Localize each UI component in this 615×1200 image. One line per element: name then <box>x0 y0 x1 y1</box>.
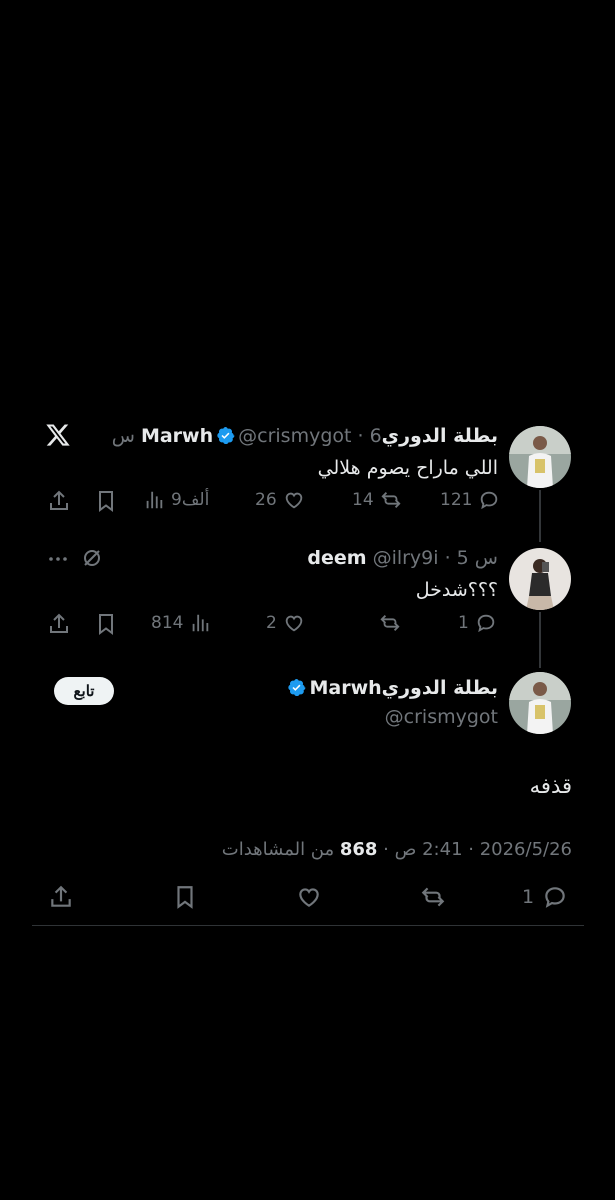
tweet-header: بطلة الدوريMarwh@crismygot · 6 س <box>112 425 498 447</box>
tweet-text: ؟؟؟شدخل <box>415 579 498 601</box>
reply-icon <box>545 887 565 908</box>
heart-icon <box>285 492 302 509</box>
retweet-icon <box>381 492 401 508</box>
handle-time: @ilry9i · 5 س <box>372 547 498 569</box>
retweet-button[interactable] <box>420 884 446 910</box>
thread-line <box>539 490 541 542</box>
tweet-meta: 2026/5/26 · 2:41 ص · 868 من المشاهدات <box>222 839 572 860</box>
tweet-text: اللي ماراح يصوم هلالي <box>317 457 498 479</box>
views-count[interactable]: 9ألف <box>143 489 209 511</box>
retweet-icon <box>380 615 400 631</box>
reply-button[interactable]: 1 <box>522 884 568 910</box>
heart-icon <box>299 888 319 907</box>
display-name[interactable]: deem <box>307 547 366 569</box>
retweet-icon <box>421 887 445 907</box>
views-count[interactable]: 814 <box>151 612 211 634</box>
grok-icon[interactable] <box>80 546 104 570</box>
x-logo-icon[interactable] <box>45 422 71 448</box>
bookmark-icon <box>177 886 193 909</box>
handle[interactable]: @crismygot <box>385 706 498 728</box>
like-button[interactable]: 2 <box>266 612 305 634</box>
more-options-icon[interactable] <box>46 547 72 571</box>
verified-badge-icon <box>217 426 235 445</box>
bookmark-icon[interactable] <box>94 489 118 513</box>
avatar[interactable] <box>509 548 571 610</box>
views-value: 9ألف <box>171 490 210 510</box>
retweet-button[interactable]: 14 <box>352 489 402 511</box>
reply-icon <box>481 491 498 510</box>
bookmark-icon[interactable] <box>94 612 118 636</box>
retweet-button[interactable] <box>379 612 401 634</box>
reply-icon <box>477 614 495 633</box>
like-button[interactable]: 26 <box>255 489 305 511</box>
tweet-date: 2026/5/26 · 2:41 ص · <box>377 839 572 860</box>
share-icon[interactable] <box>47 489 71 513</box>
tweet-header: deem @ilry9i · 5 س <box>307 547 498 569</box>
views-label: من المشاهدات <box>221 839 340 860</box>
verified-badge-icon <box>288 678 306 697</box>
reply-count: 121 <box>440 490 473 510</box>
share-icon <box>51 885 71 907</box>
reply-button[interactable]: 121 <box>440 489 500 511</box>
avatar[interactable] <box>509 426 571 488</box>
divider <box>32 925 584 926</box>
like-count: 26 <box>255 490 277 510</box>
reply-count: 1 <box>522 886 535 908</box>
like-button[interactable] <box>296 884 322 910</box>
main-tweet-header: بطلة الدوريMarwh <box>284 677 498 699</box>
views-value: 814 <box>151 613 184 633</box>
main-tweet-text: قذفه <box>529 774 572 798</box>
follow-button[interactable]: تابع <box>54 677 114 705</box>
retweet-count: 14 <box>352 490 374 510</box>
avatar[interactable] <box>509 672 571 734</box>
display-name[interactable]: بطلة الدوريMarwh <box>309 677 498 699</box>
share-icon[interactable] <box>47 612 71 636</box>
share-button[interactable] <box>48 884 74 910</box>
heart-icon <box>285 615 303 632</box>
reply-button[interactable]: 1 <box>458 612 497 634</box>
thread-line <box>539 612 541 668</box>
views-value: 868 <box>339 839 378 860</box>
like-count: 2 <box>266 613 277 633</box>
bookmark-button[interactable] <box>172 884 198 910</box>
reply-count: 1 <box>458 613 469 633</box>
